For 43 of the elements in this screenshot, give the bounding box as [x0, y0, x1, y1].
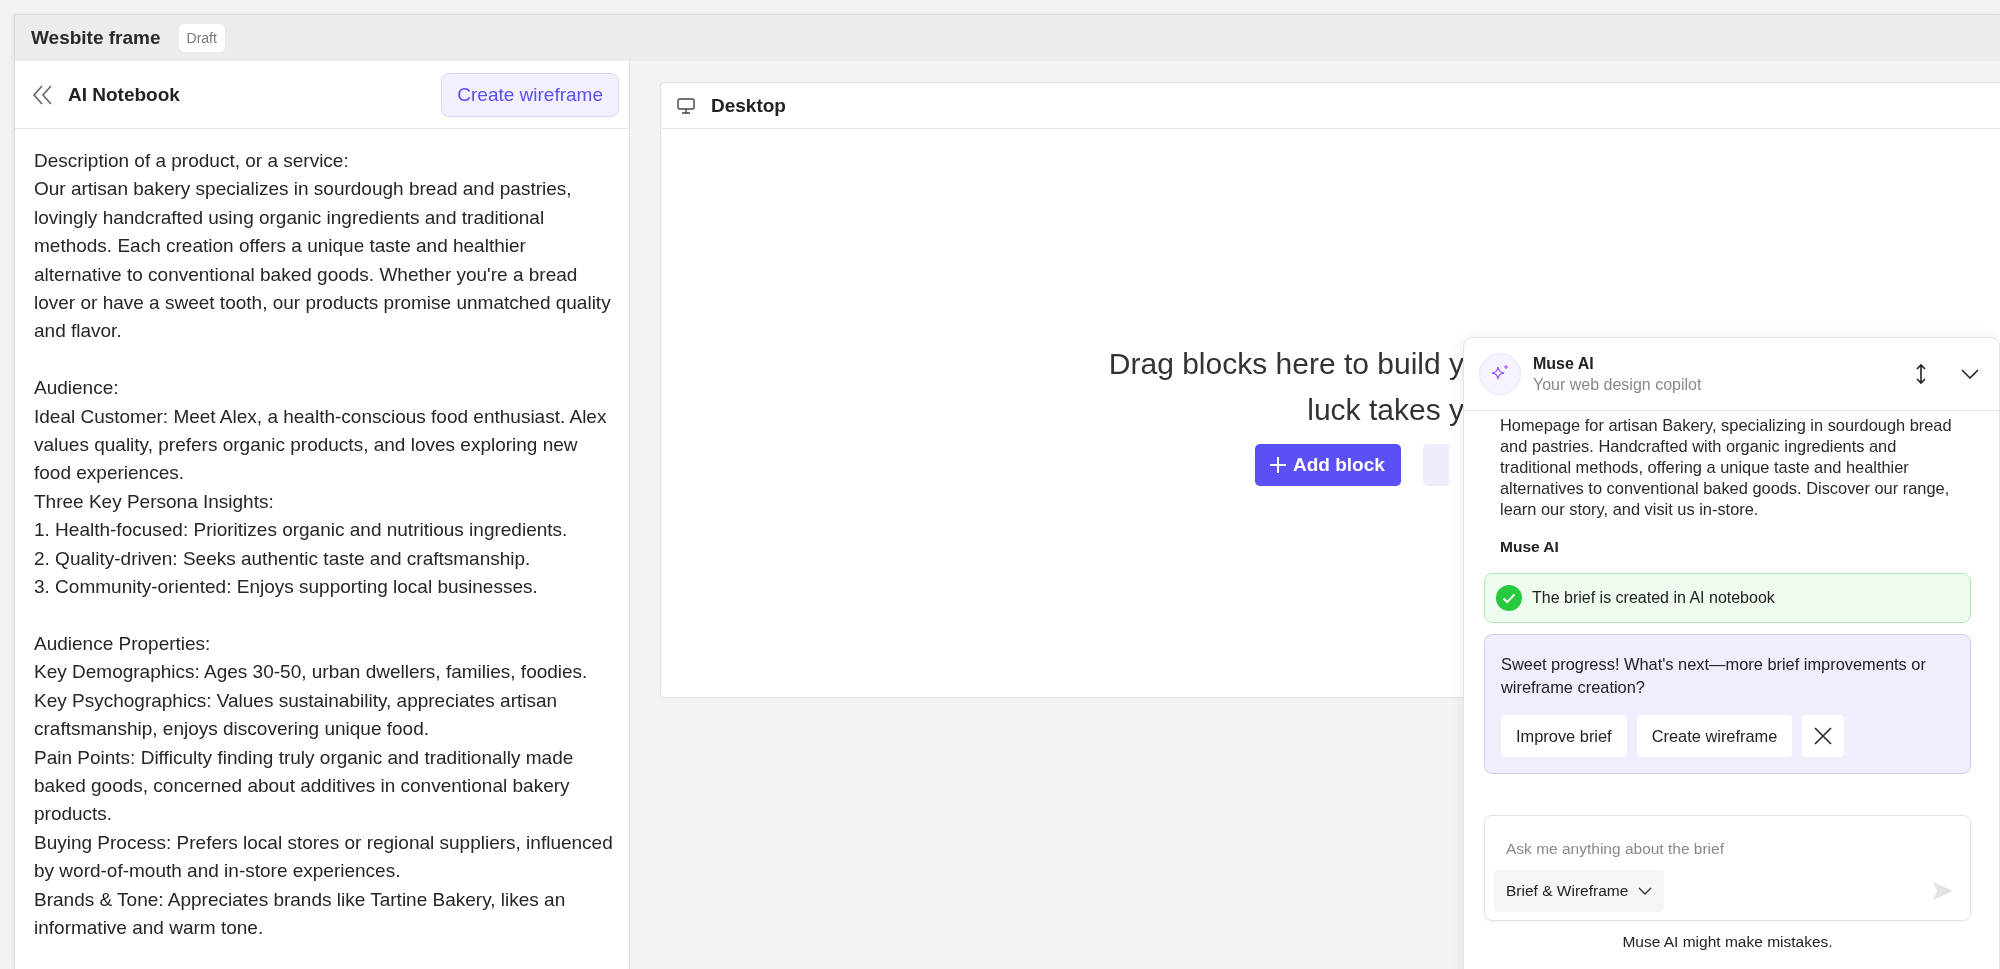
notebook-text: Audience:	[34, 376, 120, 401]
notebook-text: Brands & Tone: Appreciates brands like Tartine Bakery, likes an informative and warm tone.	[34, 887, 567, 940]
panel-title: AI Notebook	[68, 83, 181, 106]
window-title: Wesbite frame	[31, 27, 161, 49]
notebook-text: Ideal Customer: Meet Alex, a health-conscious food enthusiast. Alex values quality, prefers organic products, and loves exploring new food experiences.	[34, 404, 608, 486]
assistant-subtitle: Your web design copilot	[1533, 375, 1703, 394]
action-button[interactable]: Create wireframe	[1636, 715, 1793, 757]
success-text: The brief is created in AI notebook	[1532, 589, 1775, 607]
close-icon	[1814, 727, 1833, 745]
up-down-arrow-icon	[1915, 363, 1927, 385]
notebook-text: Audience Properties:	[34, 631, 212, 656]
empty-state-text: Drag blocks here to build y	[1108, 346, 1464, 382]
sender-name: Muse AI	[1499, 538, 1560, 556]
add-block-button[interactable]: Add block	[1255, 444, 1401, 486]
notebook-text: 2. Quality-driven: Seeks authentic taste and craftsmanship.	[34, 546, 532, 571]
check-icon	[1496, 585, 1522, 611]
canvas-title: Desktop	[711, 94, 786, 117]
mode-dropdown[interactable]: Brief & Wireframe	[1494, 870, 1665, 912]
monitor-icon	[677, 97, 695, 114]
notebook-text: Description of a product, or a service:	[34, 149, 350, 173]
empty-state-text: luck takes y	[1307, 392, 1464, 428]
status-badge: Draft	[178, 24, 225, 52]
notebook-text: 1. Health-focused: Prioritizes organic and nutritious ingredients.	[34, 518, 569, 543]
chevron-down-icon	[1638, 887, 1653, 895]
create-wireframe-button[interactable]: Create wireframe	[441, 72, 619, 117]
plus-icon	[1269, 456, 1287, 474]
collapse-icon[interactable]	[32, 84, 54, 105]
message-text: Homepage for artisan Bakery, specializing in sourdough bread and pastries. Handcrafted with organic ingredients and traditional methods, offering a unique taste and healthier alternatives to conventional baked goods. Discover our range, learn our story, and visit us in-store.	[1499, 415, 1953, 520]
chevron-down-icon	[1961, 369, 1979, 379]
notebook-text: Key Psychographics: Values sustainability, appreciates artisan craftsmanship, enjoys discovering unique food.	[34, 688, 559, 742]
notebook-text: Key Demographics: Ages 30-50, urban dwellers, families, foodies.	[34, 660, 589, 685]
suggestion-text: Sweet progress! What's next—more brief improvements or wireframe creation?	[1501, 654, 1927, 698]
notebook-text: Three Key Persona Insights:	[34, 489, 275, 514]
chat-input[interactable]: Ask me anything about the brief Brief & Wireframe	[1484, 815, 1971, 921]
notebook-text: 3. Community-oriented: Enjoys supporting local businesses.	[34, 575, 539, 600]
notebook-text: Pain Points: Difficulty finding truly organic and traditionally made baked goods, concerned about additives in conventional bakery products.	[34, 745, 575, 827]
disclaimer-text: Muse AI might make mistakes.	[1621, 933, 1834, 951]
send-icon	[1932, 881, 1954, 901]
assistant-name: Muse AI	[1533, 354, 1595, 373]
notebook-text: Buying Process: Prefers local stores or regional suppliers, influenced by word-of-mouth and in-store experiences.	[34, 830, 614, 884]
notebook-text: Our artisan bakery specializes in sourdough bread and pastries, lovingly handcrafted using organic ingredients and traditional methods. Each creation offers a unique taste and healthier alternative to conventional baked goods. Whether you're a bread lover or have a sweet tooth, our products promise unmatched quality and flavor.	[34, 177, 612, 344]
action-button[interactable]: Improve brief	[1501, 715, 1627, 757]
close-button[interactable]	[1802, 715, 1845, 757]
